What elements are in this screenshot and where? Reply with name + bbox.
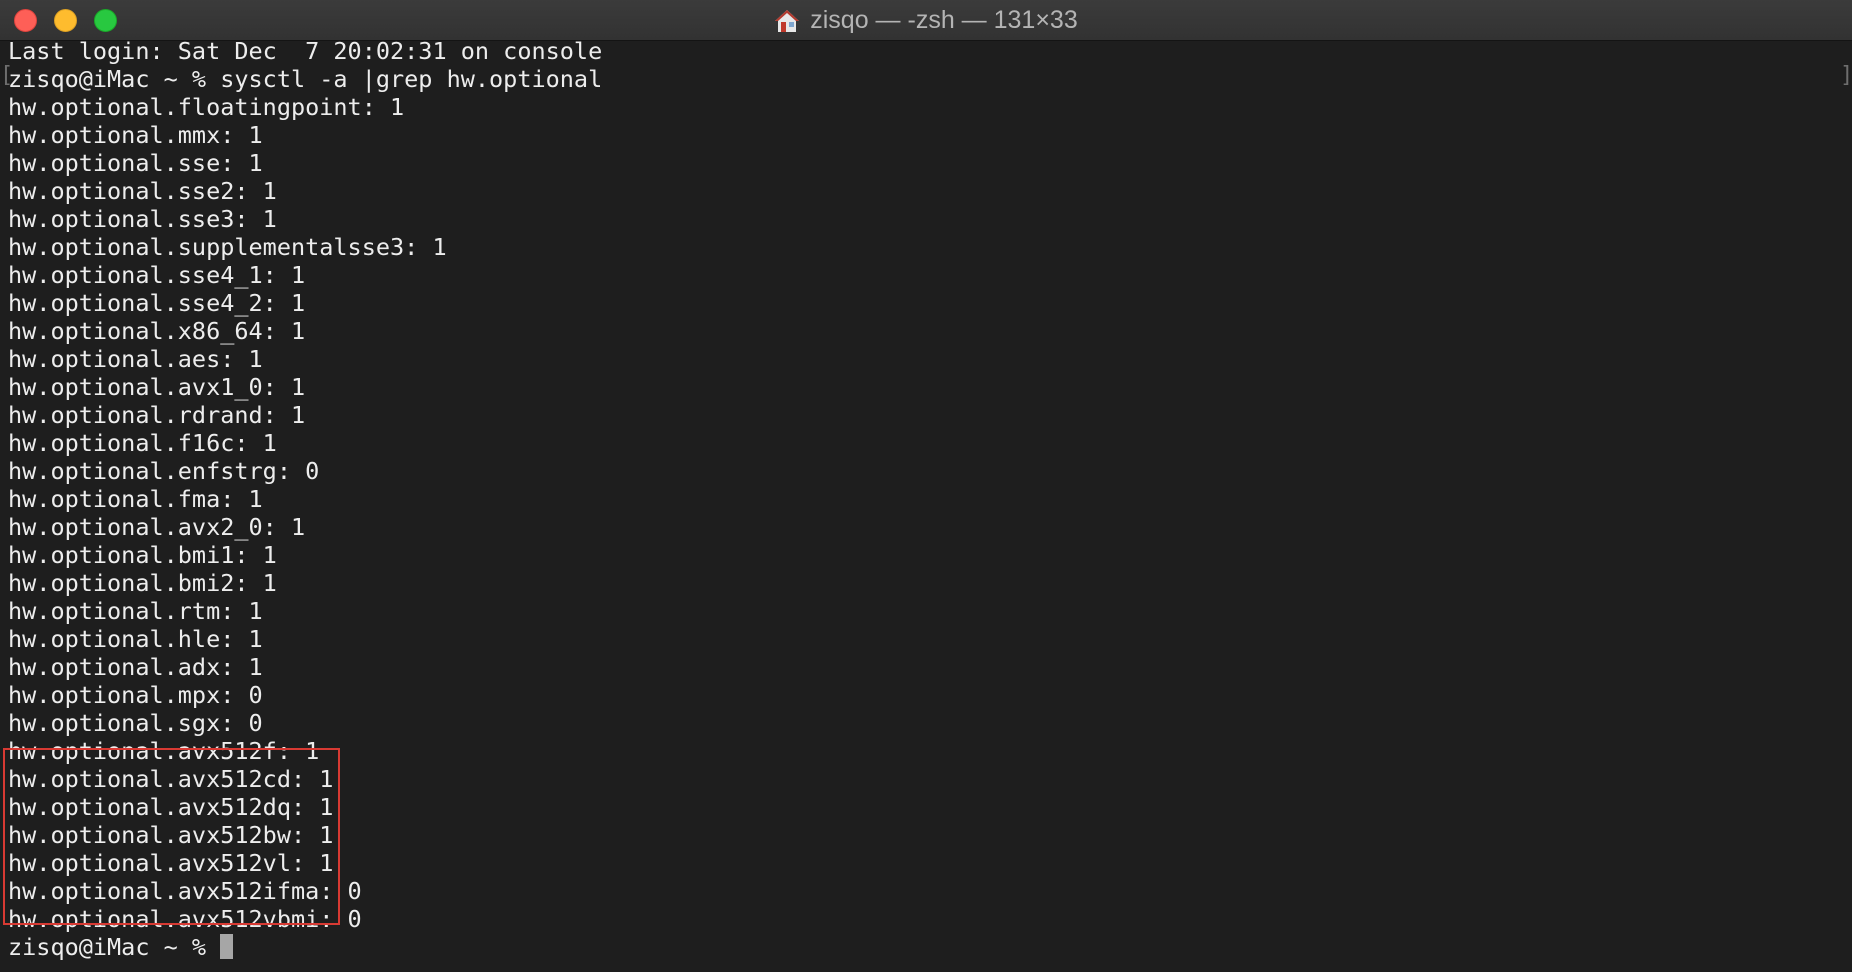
- terminal-line: hw.optional.avx2_0: 1: [8, 513, 306, 541]
- title-bar[interactable]: zisqo — -zsh — 131×33: [0, 0, 1852, 41]
- terminal-line: hw.optional.hle: 1: [8, 625, 263, 653]
- terminal-line: hw.optional.sse4_2: 1: [8, 289, 306, 317]
- terminal-line: hw.optional.sgx: 0: [8, 709, 263, 737]
- prompt-text: zisqo@iMac ~ %: [8, 933, 221, 961]
- terminal-line: hw.optional.sse2: 1: [8, 177, 277, 205]
- terminal-line: hw.optional.mmx: 1: [8, 121, 263, 149]
- terminal-line: hw.optional.sse4_1: 1: [8, 261, 306, 289]
- terminal-line: hw.optional.bmi1: 1: [8, 541, 277, 569]
- command-bracket-right: ]: [1840, 63, 1852, 88]
- terminal-line: hw.optional.enfstrg: 0: [8, 457, 320, 485]
- terminal-line: hw.optional.fma: 1: [8, 485, 263, 513]
- terminal-line: hw.optional.sse3: 1: [8, 205, 277, 233]
- terminal-line: hw.optional.floatingpoint: 1: [8, 93, 405, 121]
- terminal-window: zisqo — -zsh — 131×33 [ ] Last login: Sa…: [0, 0, 1852, 972]
- window-title-text: zisqo — -zsh — 131×33: [810, 6, 1078, 34]
- terminal-line: hw.optional.avx1_0: 1: [8, 373, 306, 401]
- terminal-line: hw.optional.bmi2: 1: [8, 569, 277, 597]
- terminal-line: zisqo@iMac ~ % sysctl -a |grep hw.option…: [8, 65, 603, 93]
- home-icon: [775, 9, 800, 32]
- window-title: zisqo — -zsh — 131×33: [0, 0, 1852, 41]
- terminal-line: hw.optional.f16c: 1: [8, 429, 277, 457]
- terminal-line: Last login: Sat Dec 7 20:02:31 on consol…: [8, 41, 603, 65]
- terminal-line: hw.optional.mpx: 0: [8, 681, 263, 709]
- terminal-line: hw.optional.adx: 1: [8, 653, 263, 681]
- terminal-line: hw.optional.supplementalsse3: 1: [8, 233, 447, 261]
- avx512-highlight-box: [3, 748, 340, 925]
- terminal-line: hw.optional.rtm: 1: [8, 597, 263, 625]
- terminal-line: hw.optional.aes: 1: [8, 345, 263, 373]
- text-cursor: [220, 934, 234, 959]
- prompt-line[interactable]: zisqo@iMac ~ %: [8, 933, 234, 961]
- terminal-line: hw.optional.sse: 1: [8, 149, 263, 177]
- terminal-output[interactable]: [ ] Last login: Sat Dec 7 20:02:31 on co…: [0, 41, 1852, 972]
- terminal-line: hw.optional.rdrand: 1: [8, 401, 306, 429]
- terminal-line: hw.optional.x86_64: 1: [8, 317, 306, 345]
